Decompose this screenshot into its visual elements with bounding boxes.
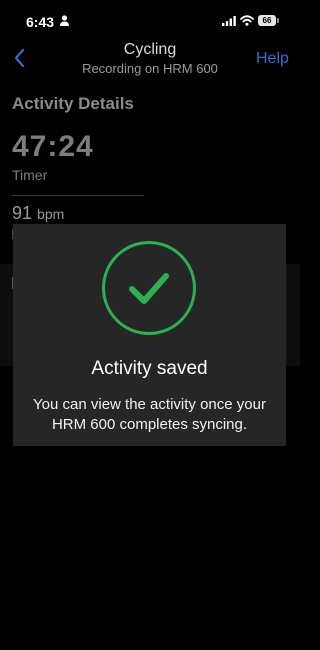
heart-rate-unit: bpm	[37, 206, 65, 222]
dialog-message: You can view the activity once your HRM …	[33, 396, 266, 433]
timer-value: 47:24	[12, 130, 94, 163]
heart-rate-readout: 91 bpm	[12, 203, 64, 224]
checkmark-circle-icon	[102, 241, 196, 335]
section-title: Activity Details	[12, 94, 134, 113]
activity-saved-dialog: Activity saved You can view the activity…	[13, 224, 286, 446]
divider	[12, 195, 144, 196]
heart-rate-value: 91	[12, 203, 33, 223]
dialog-title: Activity saved	[91, 358, 208, 379]
timer-label: Timer	[12, 167, 48, 183]
